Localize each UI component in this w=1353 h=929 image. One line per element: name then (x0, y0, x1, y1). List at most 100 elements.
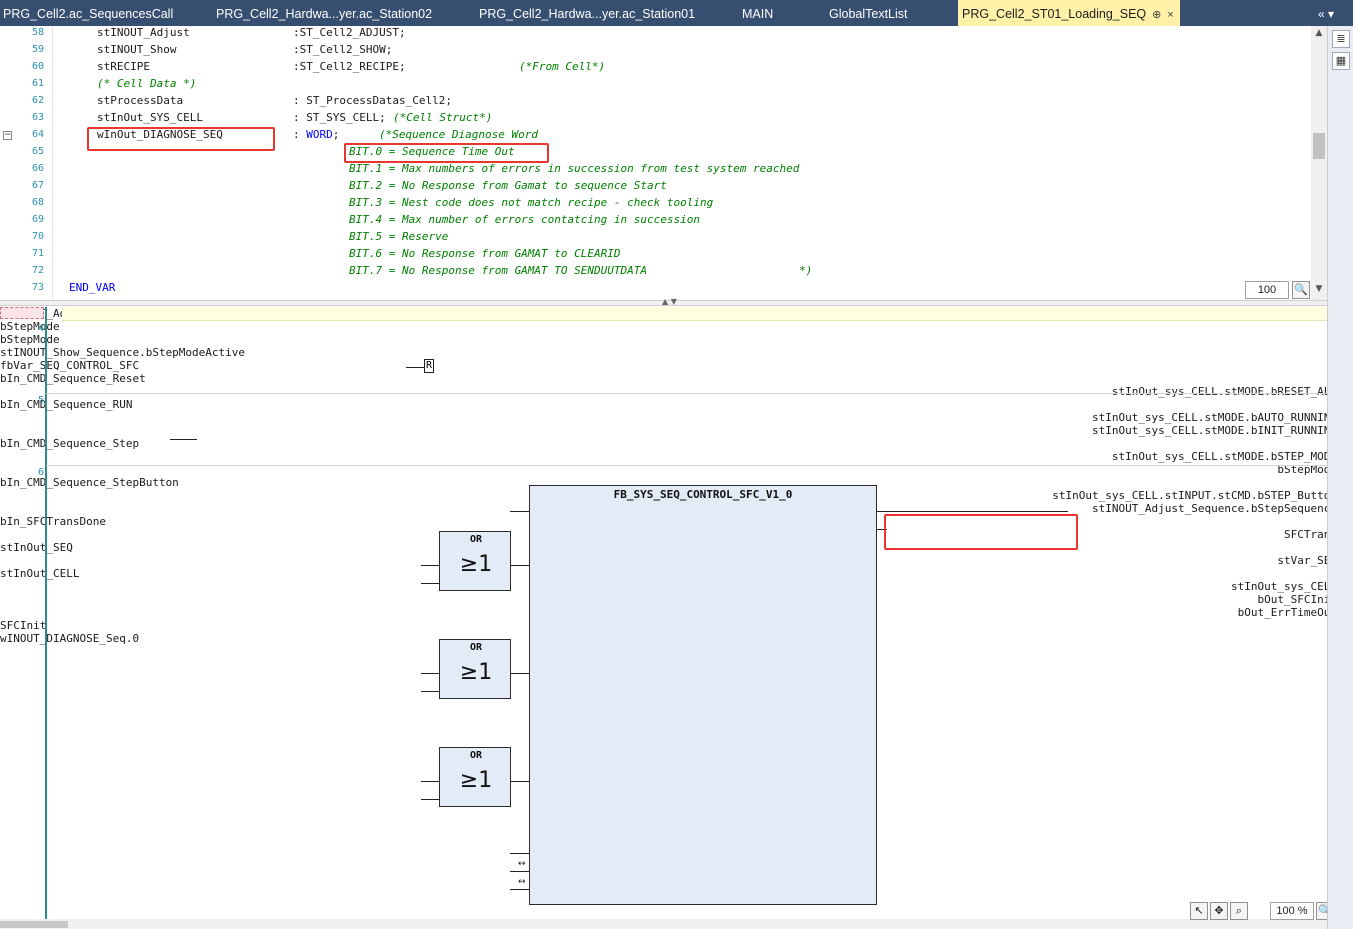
fb-output-wire (877, 511, 1068, 512)
or-gate-label: OR (469, 642, 483, 653)
fb-input-pin: bIn_CMD_Sequence_Reset (0, 372, 146, 385)
type-text: : ST_SYS_CELL; (293, 111, 386, 124)
fb-instance-name[interactable]: fbVar_SEQ_CONTROL_SFC (0, 359, 1337, 372)
scroll-down-icon[interactable]: ▼ (1311, 284, 1327, 296)
comment: (*Sequence Diagnose Word (379, 128, 538, 141)
tab-prg-cell2-st01-loading-seq[interactable]: PRG_Cell2_ST01_Loading_SEQ ⊕ × (958, 0, 1180, 26)
or-input-variable[interactable]: stInOut_sys_CELL.stMODE.bINIT_RUNNING (0, 424, 1337, 437)
line-number: 59 (31, 44, 44, 55)
tab-globaltextlist[interactable]: GlobalTextList (829, 0, 908, 26)
network-number: 6 (37, 467, 44, 478)
network-separator (46, 465, 1336, 466)
close-icon[interactable]: × (1167, 9, 1173, 21)
or-gate-symbol: ≥1 (459, 768, 493, 793)
table-view-icon[interactable]: ▦ (1332, 52, 1350, 70)
or-gate[interactable]: OR ≥1 (439, 747, 511, 807)
comment: BIT.6 = No Response from GAMAT to CLEARI… (349, 247, 621, 260)
variable-name: stRECIPE (97, 60, 150, 73)
or-gate-symbol: ≥1 (459, 660, 493, 685)
network-number: 4 (37, 323, 44, 334)
fb-input-wire (510, 511, 529, 512)
or-input-wire (421, 799, 439, 800)
line-number: 61 (31, 78, 44, 89)
line-number: 58 (31, 27, 44, 38)
network-gutter-line (45, 307, 47, 919)
tab-prg-cell2-station02[interactable]: PRG_Cell2_Hardwa...yer.ac_Station02 (216, 0, 432, 26)
comment: BIT.4 = Max number of errors contatcing … (349, 213, 700, 226)
tab-prg-cell2-sequencescall[interactable]: PRG_Cell2.ac_SequencesCall (3, 0, 173, 26)
comment: BIT.1 = Max numbers of errors in success… (349, 162, 800, 175)
fbd-zoom-field[interactable]: 100 % (1270, 902, 1314, 920)
fb-input-wire (510, 853, 529, 854)
tab-main[interactable]: MAIN (742, 0, 773, 26)
variable-name: stInOut_SYS_CELL (97, 111, 203, 124)
network5-input-variable[interactable]: bStepMode (0, 333, 1337, 346)
or-input-wire (421, 781, 439, 782)
or-input-variable[interactable]: stInOut_sys_CELL.stMODE.bSTEP_MODE (0, 450, 1337, 463)
or-gate[interactable]: OR ≥1 (439, 639, 511, 699)
network5-output-variable[interactable]: stINOUT_Show_Sequence.bStepModeActive (0, 346, 1337, 359)
zoom-magnifier-icon[interactable]: 🔍 (1292, 281, 1310, 299)
line-number: 60 (31, 61, 44, 72)
inout-arrow-icon: ↔ (518, 877, 526, 887)
network5-wire (170, 439, 197, 440)
line-number: 64 (31, 129, 44, 140)
type-text: : ST_ProcessDatas_Cell2; (293, 94, 452, 107)
scroll-up-icon[interactable]: ▲ (1311, 28, 1327, 40)
fb-input-pin: bIn_CMD_Sequence_Step (0, 437, 140, 450)
function-block[interactable] (529, 485, 877, 905)
declaration-vertical-scrollbar[interactable] (1311, 26, 1327, 300)
declaration-editor[interactable]: − 58 stINOUT_Adjust:ST_Cell2_ADJUST; 59 stI… (0, 26, 1327, 300)
document-tab-bar: PRG_Cell2.ac_SequencesCall PRG_Cell2_Har… (0, 0, 1353, 26)
magnifier-icon[interactable]: ⌕ (1230, 902, 1248, 920)
variable-type: :ST_Cell2_ADJUST; (293, 26, 406, 39)
variable-name: stINOUT_Show (97, 43, 177, 56)
declaration-zoom-field[interactable]: 100 (1245, 281, 1289, 299)
fb-input-variable[interactable]: stInOut_sys_CELL.stMODE.bRESET_ALL (0, 385, 1337, 398)
tab-overflow-menu[interactable]: « ▾ (1318, 0, 1334, 26)
network4-wire (406, 367, 424, 368)
reset-coil[interactable]: R (424, 359, 434, 373)
or-input-wire (421, 565, 439, 566)
end-var-keyword: END_VAR (69, 281, 116, 294)
line-number: 66 (31, 163, 44, 174)
tab-prg-cell2-station01[interactable]: PRG_Cell2_Hardwa...yer.ac_Station01 (479, 0, 695, 26)
line-number: 68 (31, 197, 44, 208)
variable-type: :ST_Cell2_RECIPE; (293, 60, 406, 73)
declaration-scroll-thumb[interactable] (1313, 133, 1325, 159)
network-separator (46, 393, 1336, 394)
pin-icon[interactable]: ⊕ (1152, 9, 1161, 21)
variable-type: : ST_SYS_CELL; (293, 111, 386, 124)
comment: BIT.7 = No Response from GAMAT TO SENDUU… (349, 264, 648, 277)
horizontal-scrollbar[interactable] (0, 919, 1337, 929)
horizontal-scroll-thumb[interactable] (0, 921, 68, 928)
or-output-wire (511, 565, 529, 566)
or-gate[interactable]: OR ≥1 (439, 531, 511, 591)
variable-name: stProcessData (97, 94, 184, 107)
or-output-wire (511, 673, 529, 674)
highlight-variable-box (87, 127, 275, 151)
fb-input-pin: bIn_CMD_Sequence_RUN (0, 398, 133, 411)
or-output-wire (511, 781, 529, 782)
or-input-wire (421, 583, 439, 584)
comment: (*From Cell*) (519, 60, 606, 73)
highlight-output-box (884, 514, 1078, 550)
comment: (*Cell Struct*) (393, 111, 493, 124)
type-end: ; (332, 128, 340, 141)
network-number: 5 (37, 395, 44, 406)
type-keyword: WORD (306, 128, 333, 141)
comment-close: *) (799, 264, 813, 277)
fbd-editor[interactable]: 456stINOUT_Adjust_Sequence.bStepSequence… (0, 307, 1337, 919)
or-input-variable[interactable]: stInOut_sys_CELL.stMODE.bAUTO_RUNNING (0, 411, 1337, 424)
network4-output-variable[interactable]: bStepMode (0, 320, 1337, 333)
line-number: 71 (31, 248, 44, 259)
or-gate-label: OR (469, 750, 483, 761)
variable-name: stINOUT_Adjust (97, 26, 190, 39)
text-view-icon[interactable]: ≣ (1332, 30, 1350, 48)
pointer-icon[interactable]: ↖ (1190, 902, 1208, 920)
or-gate-label: OR (469, 534, 483, 545)
variable-type: : ST_ProcessDatas_Cell2; (293, 94, 452, 107)
splitter-arrows-icon[interactable]: ▲ ▼ (662, 297, 677, 306)
move-icon[interactable]: ✥ (1210, 902, 1228, 920)
line-number: 70 (31, 231, 44, 242)
